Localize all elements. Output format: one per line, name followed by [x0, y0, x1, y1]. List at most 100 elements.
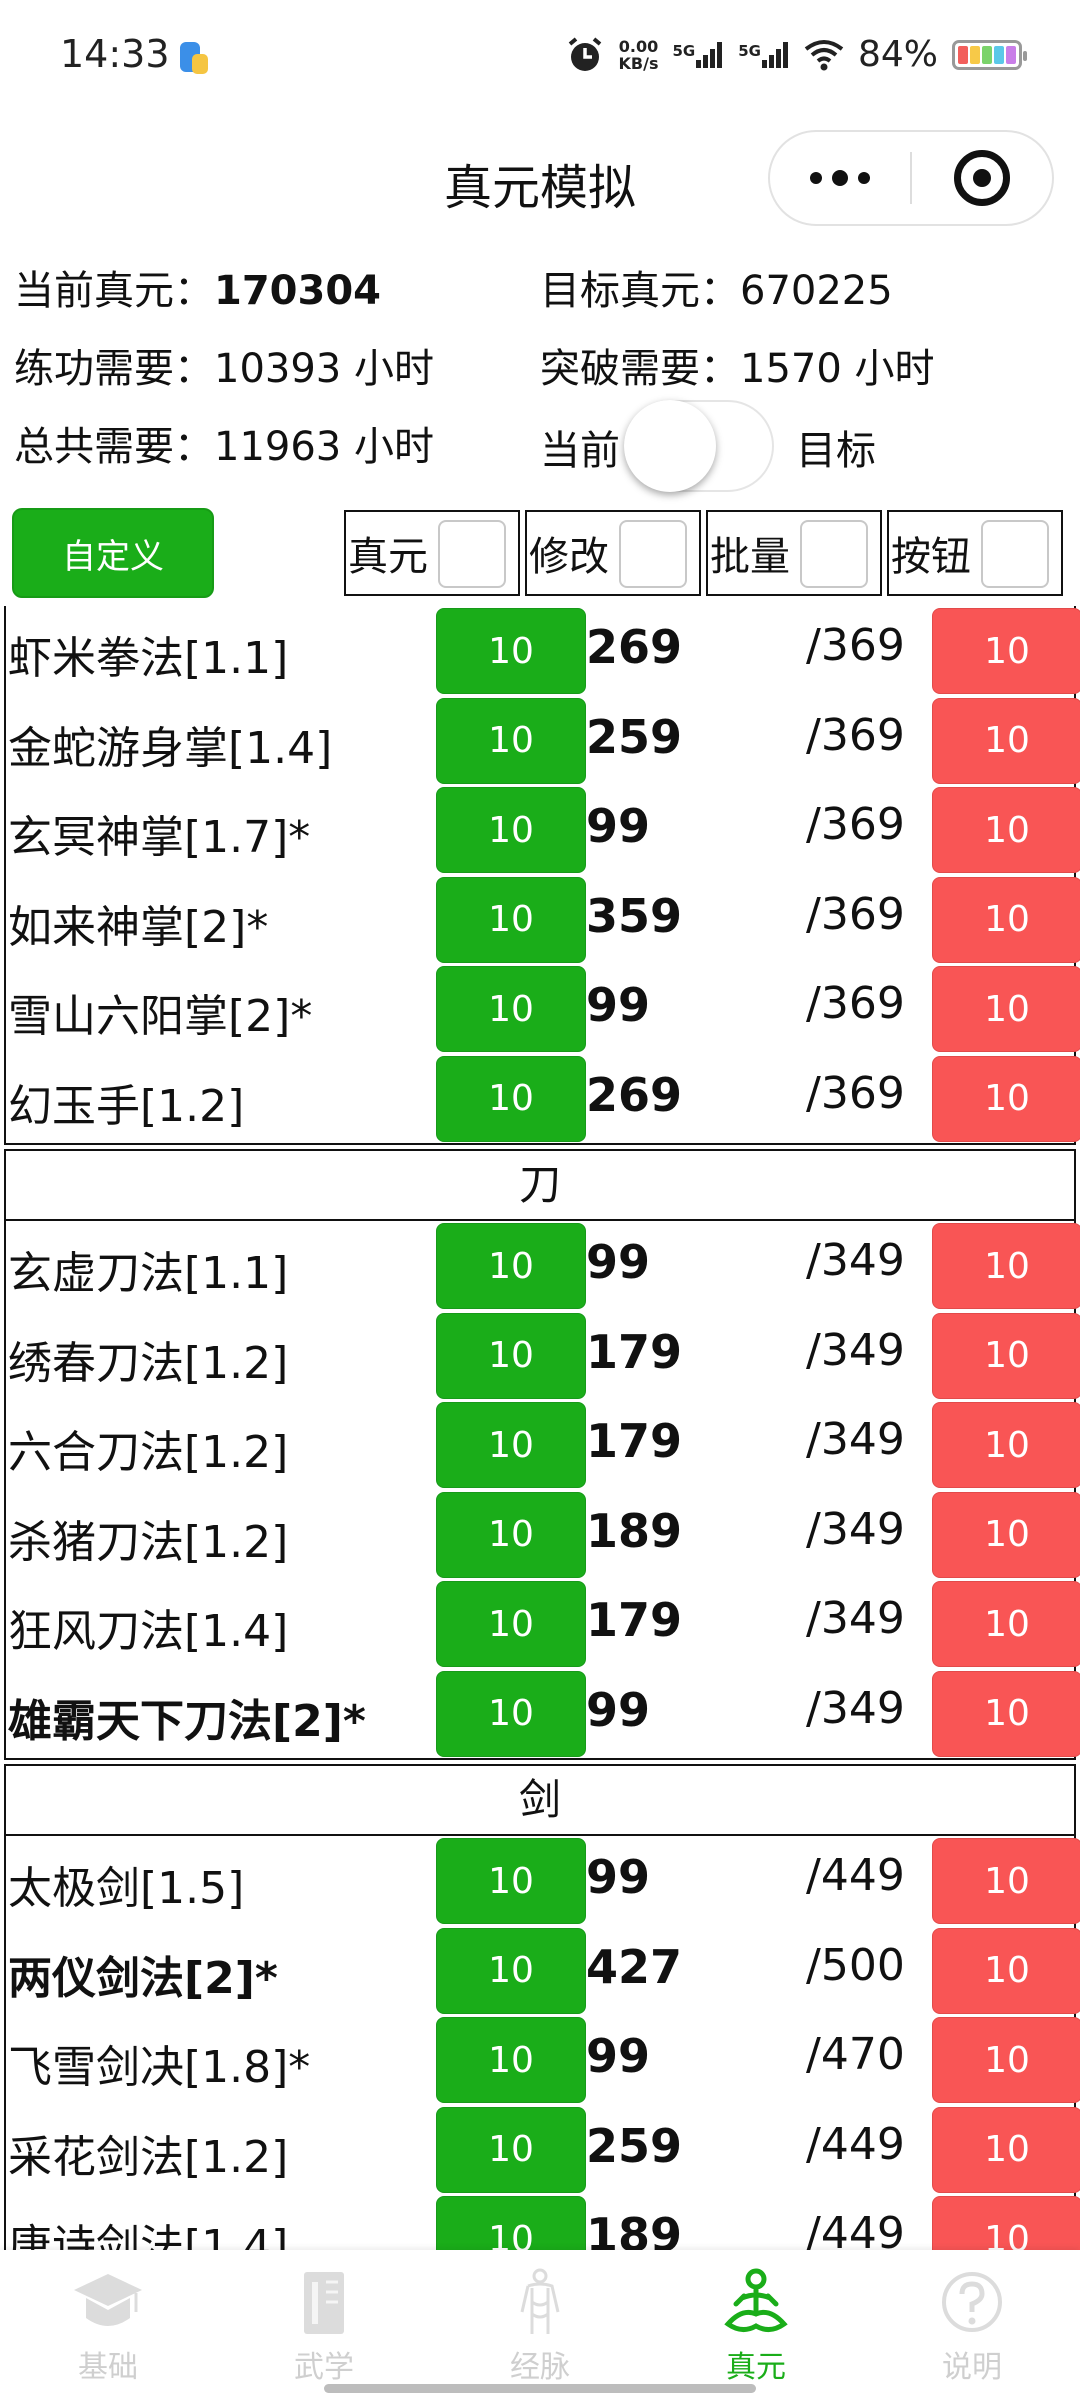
tab-basic[interactable]: 基础	[0, 2250, 216, 2400]
increase-button[interactable]: 10	[436, 1670, 586, 1757]
current-target-switch[interactable]	[624, 400, 774, 492]
decrease-button[interactable]: 10	[932, 2017, 1080, 2103]
increase-button[interactable]: 10	[436, 697, 586, 784]
skill-row: 如来神掌[2]* 10 359/369 10	[6, 875, 1080, 965]
skill-name: 太极剑[1.5]	[8, 1863, 245, 1914]
checkbox-box[interactable]	[800, 520, 868, 588]
skill-name: 虾米拳法[1.1]	[8, 633, 289, 684]
decrease-button[interactable]: 10	[932, 1927, 1080, 2014]
increase-button[interactable]: 10	[436, 608, 586, 694]
skill-name: 狂风刀法[1.4]	[8, 1606, 289, 1657]
increase-button[interactable]: 10	[436, 1927, 586, 2014]
skill-group: 剑太极剑[1.5] 10 99/449 10 两仪剑法[2]* 10 427/500 10 飞雪…	[4, 1764, 1080, 2250]
group-title: 刀	[6, 1151, 1074, 1221]
decrease-button[interactable]: 10	[932, 608, 1080, 694]
skill-row: 太极剑[1.5] 10 99/449 10	[6, 1836, 1080, 1926]
decrease-button[interactable]: 10	[932, 876, 1080, 963]
max-level: /449	[806, 1850, 905, 1901]
skill-row: 玄虚刀法[1.1] 10 99/349 10	[6, 1221, 1080, 1311]
skill-row: 飞雪剑决[1.8]* 10 99/470 10	[6, 2015, 1080, 2105]
increase-button[interactable]: 10	[436, 876, 586, 963]
max-level: /369	[806, 709, 905, 761]
skill-name: 飞雪剑决[1.8]*	[8, 2042, 311, 2093]
decrease-button[interactable]: 10	[932, 1223, 1080, 1309]
skill-row: 幻玉手[1.2] 10 269/369 10	[6, 1054, 1080, 1144]
tab-label: 真元	[726, 2350, 786, 2385]
skill-name: 绣春刀法[1.2]	[8, 1337, 289, 1389]
skill-name: 唐诗剑法[1.4]	[8, 2221, 289, 2250]
checkbox-box[interactable]	[981, 520, 1049, 588]
current-level: 189	[586, 2208, 683, 2250]
increase-button[interactable]: 10	[436, 1581, 586, 1667]
max-level: /449	[806, 2118, 905, 2170]
signal-5g-icon: 5G	[672, 41, 724, 68]
increase-button[interactable]: 10	[436, 787, 586, 873]
decrease-button[interactable]: 10	[932, 1402, 1080, 1488]
decrease-button[interactable]: 10	[932, 1055, 1080, 1142]
decrease-button[interactable]: 10	[932, 1491, 1080, 1578]
checkbox-label: 真元	[348, 534, 428, 580]
increase-button[interactable]: 10	[436, 1838, 586, 1924]
close-miniprogram-button[interactable]	[912, 132, 1052, 224]
max-level: /349	[806, 1235, 905, 1286]
skill-name: 采花剑法[1.2]	[8, 2131, 289, 2183]
skill-list[interactable]: 虾米拳法[1.1] 10 269/369 10 金蛇游身掌[1.4] 10 259/369 1…	[0, 606, 1080, 2250]
increase-button[interactable]: 10	[436, 1223, 586, 1309]
custom-button[interactable]: 自定义	[12, 508, 214, 598]
tab-label: 基础	[78, 2350, 138, 2385]
checkbox-box[interactable]	[438, 520, 506, 588]
skill-name: 雪山六阳掌[2]*	[8, 991, 313, 1042]
increase-button[interactable]: 10	[436, 2196, 586, 2250]
skill-name: 金蛇游身掌[1.4]	[8, 722, 333, 774]
current-level: 259	[586, 2118, 683, 2173]
decrease-button[interactable]: 10	[932, 2196, 1080, 2250]
tab-martial[interactable]: 武学	[216, 2250, 432, 2400]
current-level: 99	[586, 1850, 651, 1904]
skill-group: 刀玄虚刀法[1.1] 10 99/349 10 绣春刀法[1.2] 10 179/349 10…	[4, 1149, 1080, 1760]
current-level: 99	[586, 1235, 651, 1289]
alarm-icon	[568, 36, 601, 71]
increase-button[interactable]: 10	[436, 1312, 586, 1399]
checkbox-batch[interactable]: 批量	[706, 510, 882, 596]
increase-button[interactable]: 10	[436, 1055, 586, 1142]
checkbox-label: 批量	[710, 534, 790, 580]
decrease-button[interactable]: 10	[932, 1670, 1080, 1757]
decrease-button[interactable]: 10	[932, 1312, 1080, 1399]
skill-row: 唐诗剑法[1.4] 10 189/449 10	[6, 2194, 1080, 2250]
graduation-cap-icon	[74, 2274, 142, 2326]
decrease-button[interactable]: 10	[932, 2106, 1080, 2193]
max-level: /369	[806, 888, 905, 940]
skill-name: 雄霸天下刀法[2]*	[8, 1695, 366, 1747]
decrease-button[interactable]: 10	[932, 966, 1080, 1052]
miniprogram-capsule	[768, 130, 1054, 226]
home-indicator[interactable]	[324, 2384, 756, 2393]
increase-button[interactable]: 10	[436, 1402, 586, 1488]
increase-button[interactable]: 10	[436, 2106, 586, 2193]
skill-name: 幻玉手[1.2]	[8, 1080, 245, 1132]
decrease-button[interactable]: 10	[932, 1581, 1080, 1667]
skill-name: 玄冥神掌[1.7]*	[8, 812, 311, 863]
skill-row: 采花剑法[1.2] 10 259/449 10	[6, 2105, 1080, 2195]
increase-button[interactable]: 10	[436, 2017, 586, 2103]
tab-zhenyuan[interactable]: 真元	[648, 2250, 864, 2400]
max-level: /470	[806, 2029, 905, 2080]
tab-meridian[interactable]: 经脉	[432, 2250, 648, 2400]
increase-button[interactable]: 10	[436, 966, 586, 1052]
checkbox-button[interactable]: 按钮	[887, 510, 1063, 596]
decrease-button[interactable]: 10	[932, 1838, 1080, 1924]
current-level: 359	[586, 888, 683, 943]
tab-help[interactable]: 说明	[864, 2250, 1080, 2400]
skill-row: 雪山六阳掌[2]* 10 99/369 10	[6, 964, 1080, 1054]
decrease-button[interactable]: 10	[932, 697, 1080, 784]
increase-button[interactable]: 10	[436, 1491, 586, 1578]
skill-row: 绣春刀法[1.2] 10 179/349 10	[6, 1311, 1080, 1401]
switch-knob	[624, 400, 716, 492]
skill-name: 六合刀法[1.2]	[8, 1427, 289, 1478]
checkbox-modify[interactable]: 修改	[525, 510, 701, 596]
checkbox-zhenyuan[interactable]: 真元	[344, 510, 520, 596]
tab-label: 武学	[294, 2350, 354, 2385]
more-menu-button[interactable]	[770, 132, 910, 224]
decrease-button[interactable]: 10	[932, 787, 1080, 873]
skill-row: 狂风刀法[1.4] 10 179/349 10	[6, 1579, 1080, 1669]
checkbox-box[interactable]	[619, 520, 687, 588]
